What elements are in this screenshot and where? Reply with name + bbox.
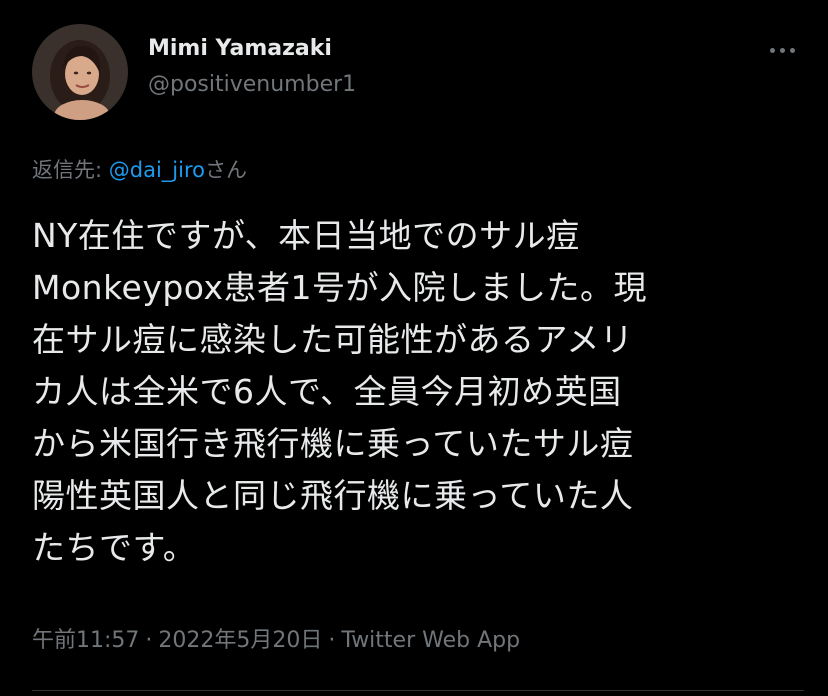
profile-photo-icon	[32, 24, 128, 120]
tweet-date[interactable]: 2022年5月20日	[158, 628, 322, 653]
more-options-button[interactable]	[766, 38, 798, 62]
separator: ·	[328, 628, 336, 653]
divider	[32, 690, 804, 691]
author-handle[interactable]: @positivenumber1	[148, 72, 356, 97]
author-name[interactable]: Mimi Yamazaki	[148, 36, 332, 61]
reply-context: 返信先: @dai_jiroさん	[32, 154, 247, 184]
reply-prefix: 返信先:	[32, 158, 109, 182]
tweet-text-line: カ人は全米で6人で、全員今月初め英国	[32, 372, 622, 411]
tweet-text-line: 在サル痘に感染した可能性があるアメリ	[32, 320, 634, 359]
tweet-metadata: 午前11:57 · 2022年5月20日 · Twitter Web App	[32, 622, 520, 654]
tweet-header: Mimi Yamazaki @positivenumber1	[32, 24, 804, 120]
tweet-text-line: 陽性英国人と同じ飛行機に乗っていた人	[32, 476, 634, 515]
avatar[interactable]	[32, 24, 128, 120]
reply-suffix: さん	[205, 158, 247, 182]
tweet-text: NY在住ですが、本日当地でのサル痘 Monkeypox患者1号が入院しました。現…	[32, 210, 808, 574]
tweet-text-line: Monkeypox患者1号が入院しました。現	[32, 268, 647, 307]
separator: ·	[145, 628, 153, 653]
tweet-text-line: から米国行き飛行機に乗っていたサル痘	[32, 424, 634, 463]
tweet-text-line: たちです。	[32, 528, 197, 567]
tweet-source[interactable]: Twitter Web App	[341, 628, 520, 653]
reply-mention-link[interactable]: @dai_jiro	[109, 158, 205, 182]
more-dots-icon	[769, 47, 795, 53]
tweet-text-line: NY在住ですが、本日当地でのサル痘	[32, 216, 580, 255]
tweet-time[interactable]: 午前11:57	[32, 628, 139, 653]
